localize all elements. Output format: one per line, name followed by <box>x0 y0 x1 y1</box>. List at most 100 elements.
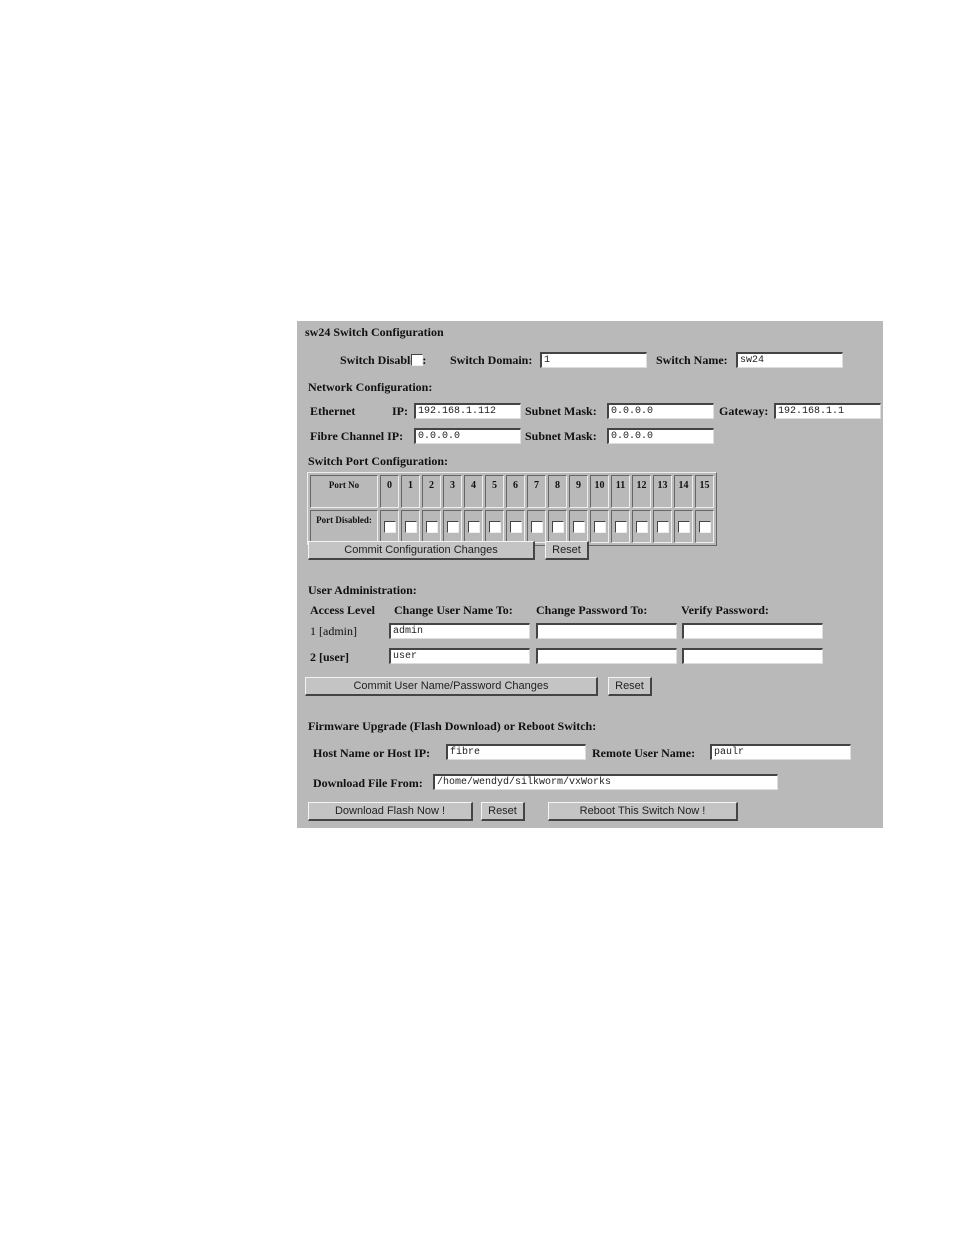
port-disabled-checkbox-2[interactable] <box>425 520 438 533</box>
file-input[interactable]: /home/wendyd/silkworm/vxWorks <box>433 774 778 790</box>
port-disabled-checkbox-6[interactable] <box>509 520 522 533</box>
port-number-row: Port No 0 1 2 3 4 5 6 7 8 9 10 11 12 13 14 15 <box>310 475 714 508</box>
port-disabled-checkbox-4[interactable] <box>467 520 480 533</box>
port-disabled-row: Port Disabled: <box>310 510 714 543</box>
gateway-input[interactable]: 192.168.1.1 <box>774 403 881 419</box>
port-disabled-cell-11 <box>611 510 630 543</box>
port-disabled-cell-6 <box>506 510 525 543</box>
download-flash-button[interactable]: Download Flash Now ! <box>308 802 473 821</box>
page-title: sw24 Switch Configuration <box>305 325 444 339</box>
fc-subnet-input[interactable]: 0.0.0.0 <box>607 428 714 444</box>
col-username: Change User Name To: <box>394 603 513 617</box>
username-input-2[interactable]: user <box>389 648 530 664</box>
port-number-11: 11 <box>611 475 630 508</box>
port-disabled-checkbox-8[interactable] <box>551 520 564 533</box>
switch-name-label: Switch Name: <box>656 353 728 367</box>
port-disabled-cell-4 <box>464 510 483 543</box>
port-disabled-cell-7 <box>527 510 546 543</box>
reset-users-button[interactable]: Reset <box>608 677 652 696</box>
port-disabled-cell-8 <box>548 510 567 543</box>
port-number-2: 2 <box>422 475 441 508</box>
commit-users-button[interactable]: Commit User Name/Password Changes <box>305 677 598 696</box>
port-disabled-cell-10 <box>590 510 609 543</box>
port-disabled-checkbox-10[interactable] <box>593 520 606 533</box>
ports-heading: Switch Port Configuration: <box>308 454 448 468</box>
port-disabled-cell-1 <box>401 510 420 543</box>
port-number-7: 7 <box>527 475 546 508</box>
network-heading: Network Configuration: <box>308 380 433 394</box>
port-number-15: 15 <box>695 475 714 508</box>
port-number-5: 5 <box>485 475 504 508</box>
port-number-1: 1 <box>401 475 420 508</box>
port-number-9: 9 <box>569 475 588 508</box>
reboot-switch-button[interactable]: Reboot This Switch Now ! <box>548 802 738 821</box>
port-number-6: 6 <box>506 475 525 508</box>
port-number-0: 0 <box>380 475 399 508</box>
host-label: Host Name or Host IP: <box>313 746 431 760</box>
gateway-label: Gateway: <box>719 404 769 418</box>
users-heading: User Administration: <box>308 583 417 597</box>
port-number-10: 10 <box>590 475 609 508</box>
port-disabled-cell-0 <box>380 510 399 543</box>
port-no-label: Port No <box>310 475 378 508</box>
password-input-2[interactable] <box>536 648 677 664</box>
col-access-level: Access Level <box>310 603 375 617</box>
port-disabled-cell-15 <box>695 510 714 543</box>
port-disabled-cell-14 <box>674 510 693 543</box>
port-disabled-checkbox-11[interactable] <box>614 520 627 533</box>
fc-ip-label: Fibre Channel IP: <box>310 429 404 443</box>
user-level-1: 1 [admin] <box>310 624 357 638</box>
user-level-2: 2 [user] <box>310 650 349 664</box>
port-disabled-cell-3 <box>443 510 462 543</box>
switch-name-input[interactable]: sw24 <box>736 352 843 368</box>
port-number-4: 4 <box>464 475 483 508</box>
ethernet-label: Ethernet <box>310 404 356 418</box>
ip-input[interactable]: 192.168.1.112 <box>414 403 521 419</box>
host-input[interactable]: fibre <box>446 744 586 760</box>
reset-firmware-button[interactable]: Reset <box>481 802 525 821</box>
port-number-3: 3 <box>443 475 462 508</box>
username-input-1[interactable]: admin <box>389 623 530 639</box>
port-disabled-checkbox-13[interactable] <box>656 520 669 533</box>
firmware-heading: Firmware Upgrade (Flash Download) or Reb… <box>308 719 597 733</box>
col-password: Change Password To: <box>536 603 648 617</box>
ip-label: IP: <box>392 404 408 418</box>
password-input-1[interactable] <box>536 623 677 639</box>
port-number-8: 8 <box>548 475 567 508</box>
reset-config-button[interactable]: Reset <box>545 541 589 560</box>
port-table: Port No 0 1 2 3 4 5 6 7 8 9 10 11 12 13 14 15 Port Disa… <box>307 472 717 546</box>
verify-input-2[interactable] <box>682 648 823 664</box>
switch-config-panel: sw24 Switch Configuration Switch Disable… <box>297 321 883 828</box>
switch-domain-input[interactable]: 1 <box>540 352 647 368</box>
remote-user-label: Remote User Name: <box>592 746 696 760</box>
port-number-12: 12 <box>632 475 651 508</box>
port-disabled-checkbox-0[interactable] <box>383 520 396 533</box>
switch-domain-label: Switch Domain: <box>450 353 533 367</box>
remote-user-input[interactable]: paulr <box>710 744 851 760</box>
file-label: Download File From: <box>313 776 423 790</box>
commit-config-button[interactable]: Commit Configuration Changes <box>308 541 535 560</box>
port-disabled-checkbox-5[interactable] <box>488 520 501 533</box>
port-disabled-checkbox-14[interactable] <box>677 520 690 533</box>
port-disabled-cell-2 <box>422 510 441 543</box>
port-disabled-checkbox-7[interactable] <box>530 520 543 533</box>
port-disabled-cell-13 <box>653 510 672 543</box>
port-disabled-cell-5 <box>485 510 504 543</box>
port-number-14: 14 <box>674 475 693 508</box>
subnet-label: Subnet Mask: <box>525 404 597 418</box>
switch-disabled-checkbox[interactable] <box>411 354 423 366</box>
port-disabled-checkbox-12[interactable] <box>635 520 648 533</box>
port-disabled-checkbox-1[interactable] <box>404 520 417 533</box>
fc-subnet-label: Subnet Mask: <box>525 429 597 443</box>
port-disabled-checkbox-9[interactable] <box>572 520 585 533</box>
port-disabled-cell-12 <box>632 510 651 543</box>
fc-ip-input[interactable]: 0.0.0.0 <box>414 428 521 444</box>
col-verify: Verify Password: <box>681 603 769 617</box>
subnet-input[interactable]: 0.0.0.0 <box>607 403 714 419</box>
port-disabled-cell-9 <box>569 510 588 543</box>
port-disabled-label: Port Disabled: <box>310 510 378 543</box>
port-disabled-checkbox-15[interactable] <box>698 520 711 533</box>
port-disabled-checkbox-3[interactable] <box>446 520 459 533</box>
port-number-13: 13 <box>653 475 672 508</box>
verify-input-1[interactable] <box>682 623 823 639</box>
